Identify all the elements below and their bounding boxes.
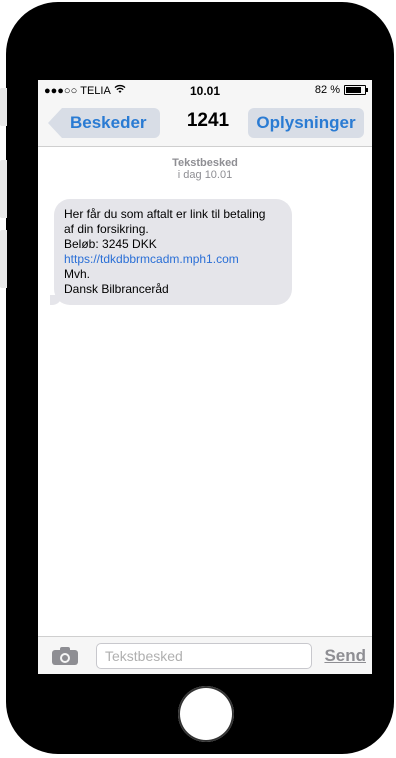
camera-lens: [60, 653, 70, 663]
side-button-volume-up[interactable]: [0, 160, 7, 218]
status-bar: ●●●○○ TELIA 10.01 82 %: [38, 80, 372, 102]
message-link[interactable]: https://tdkdbbrmcadm.mph1.com: [64, 252, 282, 267]
message-thread[interactable]: Tekstbesked i dag 10.01 Her får du som a…: [38, 147, 372, 636]
message-timestamp: i dag 10.01: [177, 169, 233, 181]
status-right: 82 %: [314, 84, 368, 96]
send-button[interactable]: Send: [324, 646, 366, 666]
side-button-volume-down[interactable]: [0, 230, 7, 288]
message-meta: Tekstbesked i dag 10.01: [38, 157, 372, 181]
phone-screen: ●●●○○ TELIA 10.01 82 % Beskeder 1241 Opl…: [38, 80, 372, 674]
message-line: Beløb: 3245 DKK: [64, 237, 157, 251]
message-line: af din forsikring.: [64, 222, 149, 236]
message-bubble[interactable]: Her får du som aftalt er link til betali…: [54, 199, 292, 305]
battery-percent: 82 %: [314, 84, 340, 96]
home-button[interactable]: [178, 686, 234, 742]
back-button[interactable]: Beskeder: [48, 108, 160, 138]
back-arrow-icon: [48, 108, 62, 138]
battery-icon: [344, 85, 368, 95]
conversation-title: 1241: [186, 110, 230, 131]
battery-fill: [346, 87, 361, 93]
message-line: Mvh.: [64, 267, 91, 281]
back-button-label: Beskeder: [62, 108, 160, 138]
side-button-mute[interactable]: [0, 88, 7, 126]
navigation-bar: Beskeder 1241 Oplysninger: [38, 102, 372, 147]
message-input[interactable]: [96, 643, 312, 669]
camera-icon[interactable]: [52, 647, 78, 665]
message-type-label: Tekstbesked: [172, 157, 238, 169]
details-button[interactable]: Oplysninger: [248, 108, 364, 138]
message-line: Her får du som aftalt er link til betali…: [64, 207, 266, 221]
message-signature: Dansk Bilbranceråd: [64, 282, 169, 296]
compose-bar: Send: [38, 636, 372, 674]
